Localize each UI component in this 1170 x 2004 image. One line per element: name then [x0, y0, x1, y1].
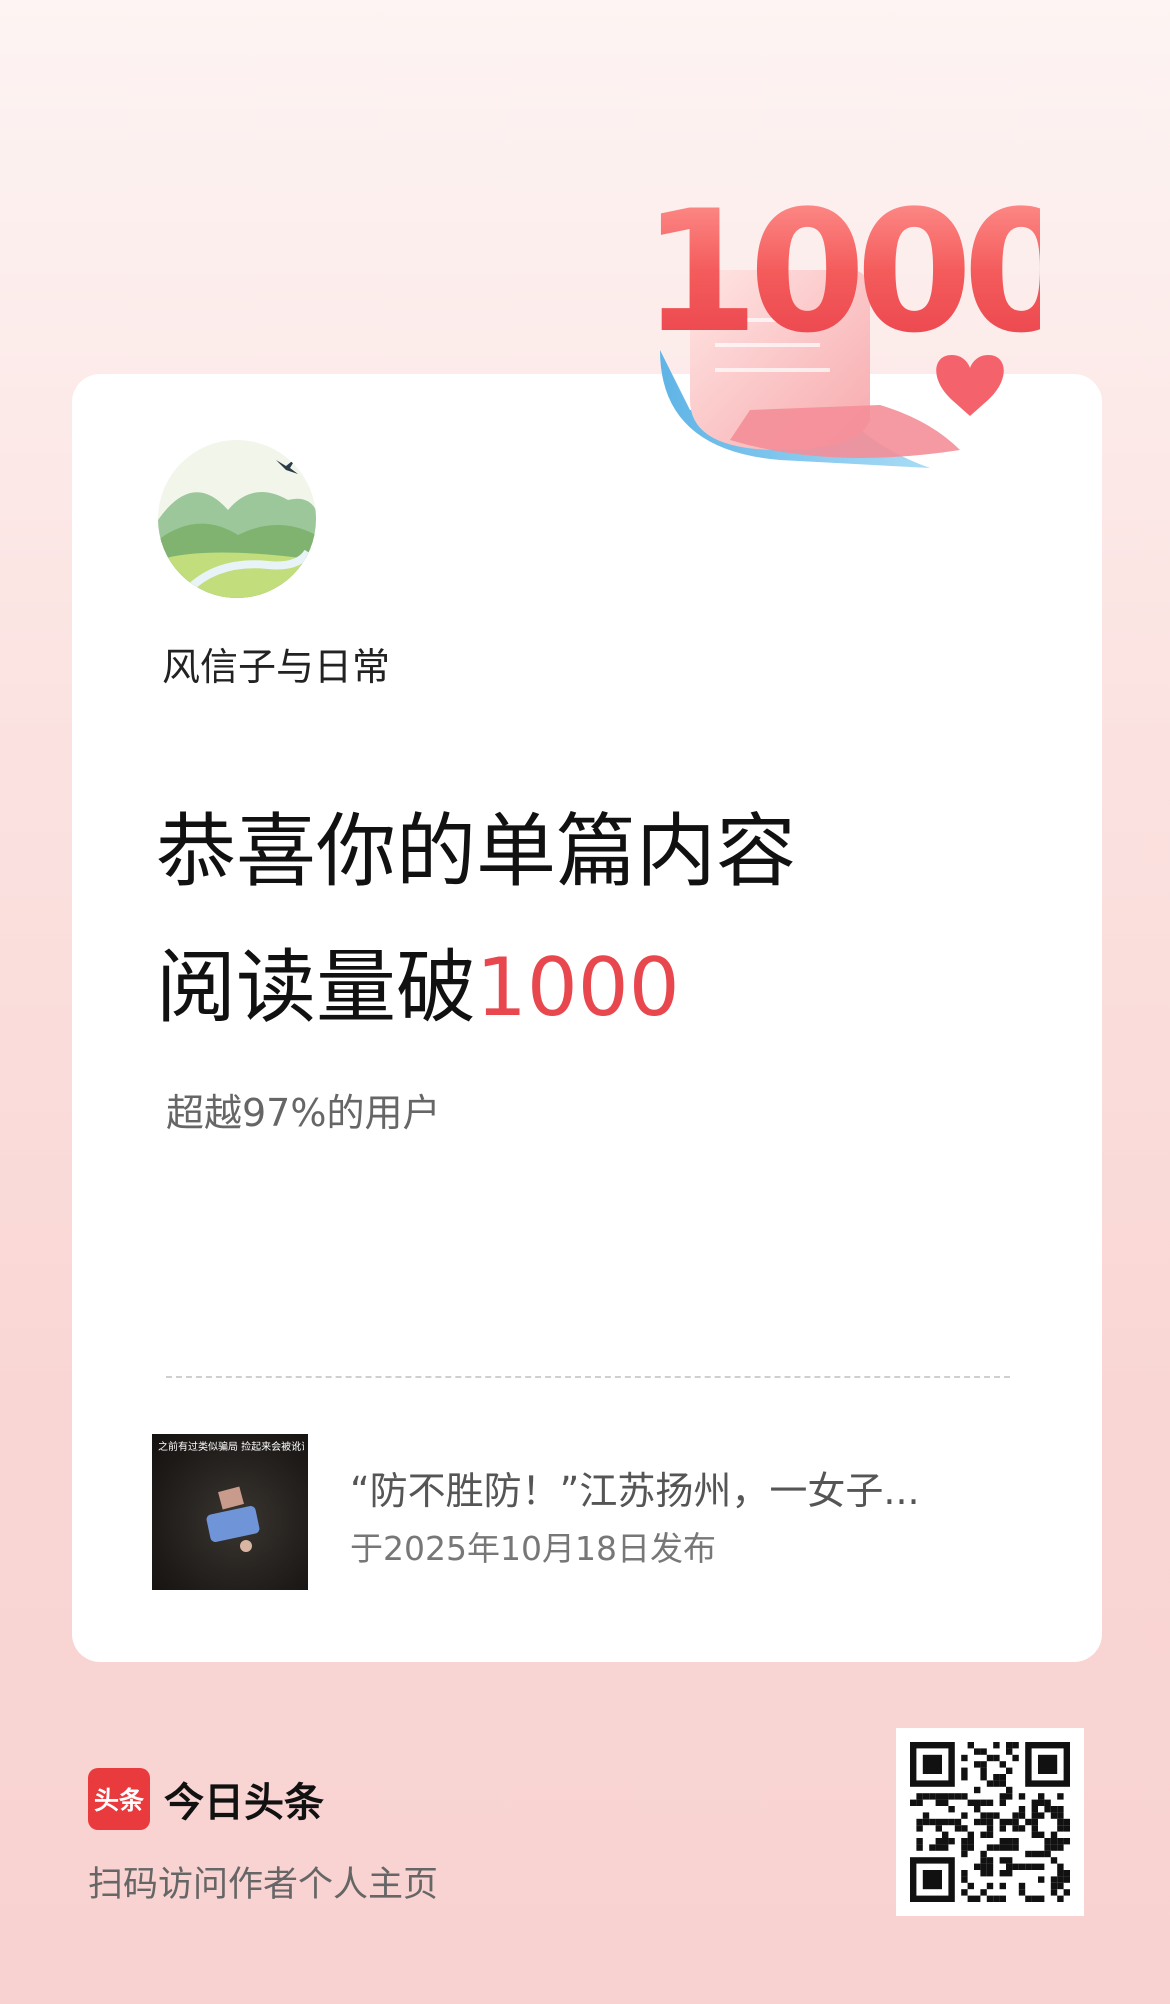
milestone-badge-icon: 1000 — [642, 174, 1040, 468]
qr-code[interactable] — [896, 1728, 1084, 1916]
qr-code-icon — [896, 1728, 1084, 1916]
ranking-subtitle: 超越97%的用户 — [166, 1091, 441, 1135]
author-name[interactable]: 风信子与日常 — [162, 636, 390, 691]
brand-name: 今日头条 — [164, 1780, 324, 1826]
card-tab-notch — [500, 374, 620, 416]
achievement-headline: 恭喜你的单篇内容 阅读量破1000 — [156, 784, 796, 1056]
phone-photo-icon — [206, 1486, 260, 1552]
dashed-divider — [166, 1376, 1010, 1378]
headline-prefix: 阅读量破 — [156, 941, 476, 1034]
article-date: 于2025年10月18日发布 — [350, 1529, 716, 1568]
article-thumbnail[interactable]: 之前有过类似骗局 捡起来会被讹诈 — [152, 1434, 308, 1590]
badge-number: 1000 — [642, 174, 1040, 370]
brand: 头条 今日头条 — [88, 1768, 324, 1830]
headline-number: 1000 — [476, 941, 680, 1034]
article-title[interactable]: “防不胜防！”江苏扬州，一女子... — [350, 1460, 1010, 1515]
landscape-avatar-icon — [158, 440, 316, 598]
author-avatar[interactable] — [158, 440, 316, 598]
headline-line-2: 阅读量破1000 — [156, 920, 796, 1056]
scan-instruction: 扫码访问作者个人主页 — [88, 1865, 439, 1905]
headline-line-1: 恭喜你的单篇内容 — [156, 805, 796, 898]
toutiao-logo-icon: 头条 — [88, 1768, 150, 1830]
